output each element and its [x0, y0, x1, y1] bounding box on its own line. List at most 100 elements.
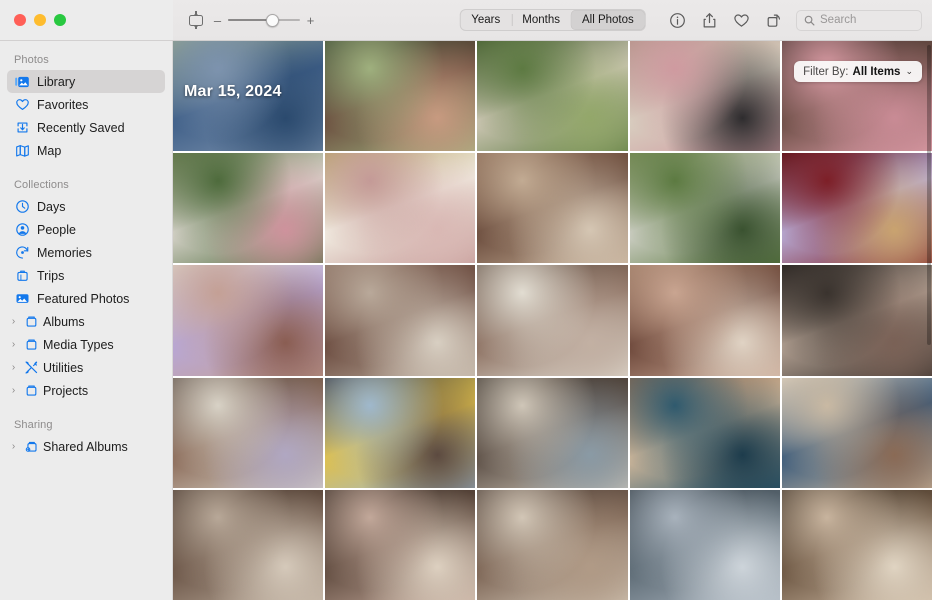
photo-image	[629, 489, 780, 600]
tab-months[interactable]: Months	[511, 10, 571, 30]
sidebar-item-featured-photos[interactable]: Featured Photos	[7, 287, 165, 310]
close-button[interactable]	[14, 14, 26, 26]
toolbar-action-icons	[668, 11, 783, 30]
zoom-slider[interactable]	[228, 13, 300, 27]
sidebar-item-label: Projects	[43, 383, 89, 398]
memories-icon	[14, 245, 30, 261]
photo-image	[477, 377, 628, 488]
filter-by-dropdown[interactable]: Filter By: All Items ⌄	[794, 61, 922, 82]
photo-image	[781, 265, 932, 376]
sidebar-item-days[interactable]: Days	[7, 195, 165, 218]
recently-saved-icon	[14, 120, 30, 136]
zoom-slider-knob[interactable]	[266, 13, 280, 27]
chevron-right-icon[interactable]: ›	[9, 316, 18, 327]
photo-thumbnail[interactable]	[629, 153, 780, 264]
photo-thumbnail[interactable]	[629, 41, 780, 152]
photo-thumbnail[interactable]	[781, 41, 932, 152]
sidebar-item-albums[interactable]: › Albums	[7, 310, 165, 333]
sidebar-item-label: Days	[37, 199, 66, 214]
heart-icon[interactable]	[732, 11, 751, 30]
photo-thumbnail[interactable]	[325, 265, 476, 376]
photo-thumbnail[interactable]	[781, 377, 932, 488]
photo-thumbnail[interactable]	[629, 489, 780, 600]
share-icon[interactable]	[700, 11, 719, 30]
search-field[interactable]: Search	[796, 9, 922, 31]
sidebar-item-label: Media Types	[43, 337, 114, 352]
photo-image	[325, 265, 476, 376]
photo-thumbnail[interactable]	[629, 377, 780, 488]
photo-thumbnail[interactable]	[477, 41, 628, 152]
vertical-scrollbar[interactable]	[926, 45, 931, 345]
photo-thumbnail[interactable]	[173, 265, 324, 376]
rotate-icon[interactable]	[764, 11, 783, 30]
sidebar-item-utilities[interactable]: › Utilities	[7, 356, 165, 379]
photo-thumbnail[interactable]	[325, 153, 476, 264]
photo-thumbnail[interactable]	[781, 153, 932, 264]
chevron-right-icon[interactable]: ›	[9, 441, 18, 452]
sidebar-item-label: Shared Albums	[43, 439, 128, 454]
person-icon	[14, 222, 30, 238]
sidebar-item-label: Recently Saved	[37, 120, 125, 135]
thumbnail-size-icon[interactable]	[185, 9, 207, 31]
photo-image	[781, 489, 932, 600]
photo-thumbnail[interactable]	[325, 489, 476, 600]
tab-years[interactable]: Years	[460, 10, 511, 30]
library-icon	[14, 74, 30, 90]
utilities-icon	[23, 360, 39, 376]
photo-thumbnail[interactable]	[325, 377, 476, 488]
sidebar-item-library[interactable]: Library	[7, 70, 165, 93]
chevron-right-icon[interactable]: ›	[9, 362, 18, 373]
photo-thumbnail[interactable]	[781, 489, 932, 600]
photo-image	[173, 265, 324, 376]
photo-image	[173, 153, 324, 264]
photo-thumbnail[interactable]	[477, 489, 628, 600]
photo-thumbnail[interactable]	[477, 153, 628, 264]
sidebar-item-label: Featured Photos	[37, 291, 130, 306]
zoom-in-label[interactable]: +	[306, 14, 315, 27]
sidebar-group-sharing: › Shared Albums	[0, 435, 172, 458]
photo-image	[173, 377, 324, 488]
info-icon[interactable]	[668, 11, 687, 30]
photo-image	[629, 41, 780, 152]
photo-thumbnail[interactable]	[477, 377, 628, 488]
sidebar-item-map[interactable]: Map	[7, 139, 165, 162]
sidebar-item-label: People	[37, 222, 76, 237]
album-icon	[23, 337, 39, 353]
sidebar-item-recently-saved[interactable]: Recently Saved	[7, 116, 165, 139]
sidebar-item-memories[interactable]: Memories	[7, 241, 165, 264]
heart-icon	[14, 97, 30, 113]
sidebar-item-label: Map	[37, 143, 62, 158]
photo-image	[629, 377, 780, 488]
photo-thumbnail[interactable]	[477, 265, 628, 376]
sidebar-group-photos: Library Favorites Recently Saved Map	[0, 70, 172, 162]
sidebar-section-header-photos: Photos	[14, 54, 49, 66]
filter-label: Filter By:	[803, 65, 849, 78]
album-icon	[23, 314, 39, 330]
clock-icon	[14, 199, 30, 215]
window-toolbar: – + Years Months All Photos Search	[0, 0, 932, 41]
sidebar-item-label: Memories	[37, 245, 92, 260]
zoom-out-label[interactable]: –	[213, 14, 222, 27]
zoom-maximize-button[interactable]	[54, 14, 66, 26]
photo-thumbnail[interactable]	[173, 153, 324, 264]
sidebar-item-media-types[interactable]: › Media Types	[7, 333, 165, 356]
tab-all-photos[interactable]: All Photos	[570, 10, 645, 30]
photo-thumbnail[interactable]	[173, 377, 324, 488]
photo-thumbnail[interactable]	[173, 489, 324, 600]
sidebar-section-header-collections: Collections	[14, 179, 69, 191]
sidebar-item-favorites[interactable]: Favorites	[7, 93, 165, 116]
photo-grid-area[interactable]: Mar 15, 2024 Filter By: All Items ⌄	[173, 41, 932, 600]
photo-image	[781, 377, 932, 488]
photo-thumbnail[interactable]	[781, 265, 932, 376]
sidebar-item-people[interactable]: People	[7, 218, 165, 241]
minimize-button[interactable]	[34, 14, 46, 26]
chevron-right-icon[interactable]: ›	[9, 339, 18, 350]
sidebar-item-trips[interactable]: Trips	[7, 264, 165, 287]
sidebar-item-shared-albums[interactable]: › Shared Albums	[7, 435, 165, 458]
sidebar-item-projects[interactable]: › Projects	[7, 379, 165, 402]
photo-grid	[173, 41, 932, 600]
photo-thumbnail[interactable]	[629, 265, 780, 376]
photo-thumbnail[interactable]	[325, 41, 476, 152]
chevron-right-icon[interactable]: ›	[9, 385, 18, 396]
